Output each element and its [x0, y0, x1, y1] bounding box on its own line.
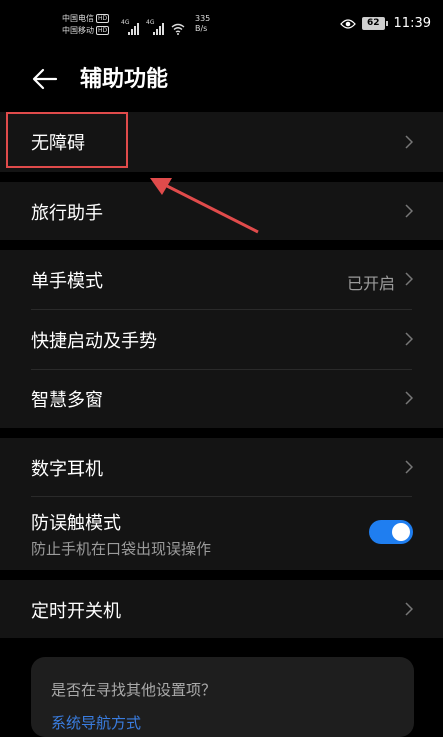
row-accidental-touch: 防误触模式 防止手机在口袋出现误操作	[0, 497, 443, 570]
row-value: 已开启	[346, 274, 395, 293]
row-label: 智慧多窗	[31, 390, 103, 411]
page-title: 辅助功能	[80, 67, 169, 92]
hd-badge-2: HD	[96, 26, 110, 35]
accidental-touch-toggle[interactable]	[369, 520, 413, 544]
chevron-right-icon	[405, 204, 413, 218]
carrier-2: 中国移动	[62, 26, 94, 35]
signal-1-icon: 4G	[121, 19, 143, 35]
row-label: 防误触模式	[31, 513, 121, 534]
network-speed: 335 B/s	[195, 14, 211, 33]
row-label: 快捷启动及手势	[31, 331, 157, 352]
carrier-info: 中国电信 HD 中国移动 HD	[62, 13, 110, 37]
row-smart-multiwindow[interactable]: 智慧多窗	[0, 370, 443, 428]
row-digital-earphone[interactable]: 数字耳机	[0, 438, 443, 496]
row-travel-assistant[interactable]: 旅行助手	[0, 182, 443, 240]
row-scheduled-power[interactable]: 定时开关机	[0, 580, 443, 638]
row-description: 防止手机在口袋出现误操作	[31, 540, 212, 558]
row-shortcuts-gestures[interactable]: 快捷启动及手势	[0, 310, 443, 369]
chevron-right-icon	[405, 391, 413, 405]
signal-2-icon: 4G	[146, 19, 168, 35]
annotation-highlight-box	[6, 112, 128, 168]
chevron-right-icon	[405, 602, 413, 616]
suggestion-link[interactable]: 系统导航方式	[51, 712, 141, 733]
row-label: 单手模式	[31, 271, 103, 292]
carrier-1: 中国电信	[62, 14, 94, 23]
row-one-hand-mode[interactable]: 单手模式 已开启	[0, 250, 443, 309]
group-interaction: 单手模式 已开启 快捷启动及手势 智慧多窗	[0, 250, 443, 428]
eye-comfort-icon	[340, 18, 356, 29]
signal-indicators: 4G 4G	[121, 15, 185, 35]
wifi-icon	[171, 23, 185, 35]
row-label: 数字耳机	[31, 459, 103, 480]
chevron-right-icon	[405, 460, 413, 474]
title-bar: 辅助功能	[0, 55, 443, 105]
chevron-right-icon	[405, 135, 413, 149]
suggestion-card: 是否在寻找其他设置项？ 系统导航方式	[31, 657, 414, 737]
group-travel: 旅行助手	[0, 182, 443, 240]
clock: 11:39	[393, 16, 431, 31]
chevron-right-icon	[405, 332, 413, 346]
battery-icon: 62	[362, 17, 388, 30]
row-label: 旅行助手	[31, 203, 103, 224]
group-power: 定时开关机	[0, 580, 443, 638]
status-bar: 中国电信 HD 中国移动 HD 4G 4G 335 B/s 62 11:39	[0, 0, 443, 50]
hd-badge-1: HD	[96, 14, 110, 23]
status-right: 62 11:39	[340, 16, 431, 31]
chevron-right-icon	[405, 272, 413, 286]
row-label: 定时开关机	[31, 601, 121, 622]
suggestion-question: 是否在寻找其他设置项？	[51, 681, 217, 699]
back-arrow-icon[interactable]	[30, 64, 60, 94]
group-devices: 数字耳机 防误触模式 防止手机在口袋出现误操作	[0, 438, 443, 570]
